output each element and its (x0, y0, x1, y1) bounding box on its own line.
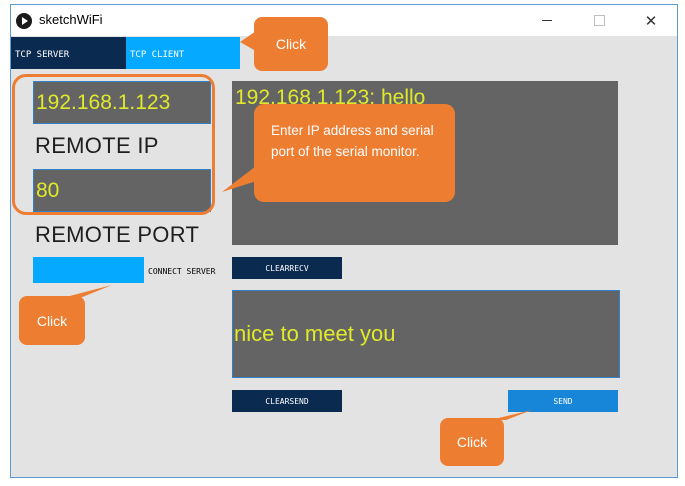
close-icon: ✕ (644, 11, 658, 30)
click-connect-callout: Click (19, 296, 85, 345)
minimize-icon (542, 20, 552, 21)
minimize-button[interactable] (521, 5, 573, 36)
tab-tcp-server[interactable]: TCP SERVER (11, 37, 126, 69)
click-send-callout: Click (440, 418, 504, 466)
tab-tcp-client[interactable]: TCP CLIENT (126, 37, 240, 69)
send-input[interactable]: nice to meet you (232, 290, 620, 378)
highlight-outline (12, 74, 215, 215)
remote-port-label: REMOTE PORT (35, 222, 200, 247)
maximize-button[interactable] (573, 5, 625, 36)
click-tab-callout: Click (254, 17, 328, 71)
info-callout: Enter IP address and serial port of the … (254, 104, 455, 202)
title-bar: sketchWiFi ✕ (11, 5, 677, 36)
clear-receive-button[interactable]: CLEARRECV (232, 257, 342, 279)
connect-server-label: CONNECT SERVER (148, 267, 216, 276)
send-button[interactable]: SEND (508, 390, 618, 412)
window-title: sketchWiFi (39, 12, 103, 27)
app-play-icon (16, 13, 32, 29)
app-window: sketchWiFi ✕ TCP SERVER TCP CLIENT 192.1… (10, 4, 678, 478)
clear-send-button[interactable]: CLEARSEND (232, 390, 342, 412)
connect-server-button[interactable] (33, 257, 144, 283)
close-button[interactable]: ✕ (625, 5, 677, 36)
maximize-icon (593, 15, 605, 26)
